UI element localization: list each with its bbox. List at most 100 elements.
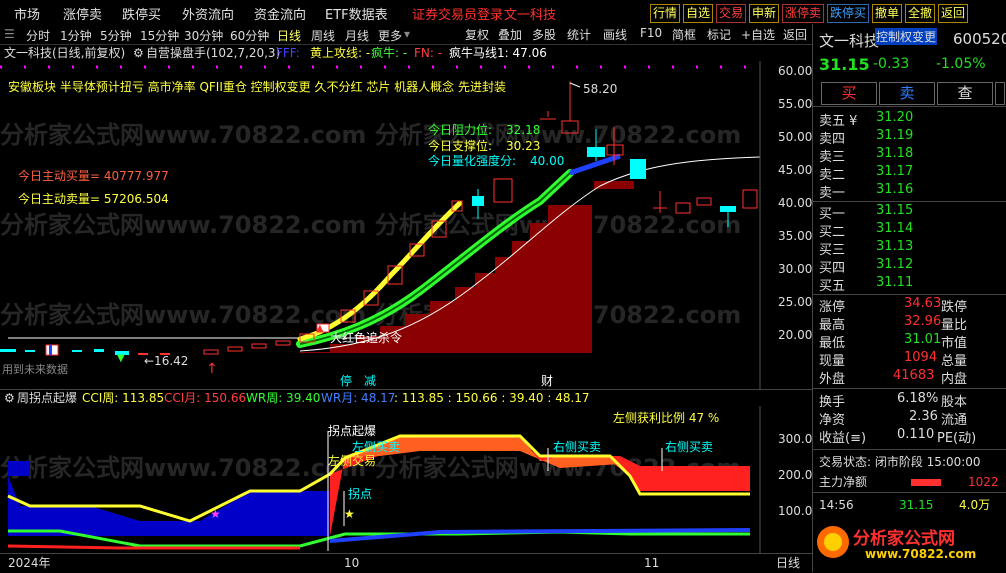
period-60min[interactable]: 60分钟 (230, 27, 269, 44)
ask-row: 卖四 31.19 (819, 128, 1003, 147)
btn-cancel-all[interactable]: 全撤 (905, 4, 936, 23)
concept-badge[interactable]: 控制权变更 (875, 28, 938, 45)
star-icon: ★ (344, 507, 355, 521)
label-pivot: 拐点 (348, 487, 373, 501)
menu-stock-alert[interactable]: 文一科技 (504, 4, 556, 23)
query-button[interactable]: 查 (937, 82, 993, 105)
btn-return[interactable]: 返回 (783, 26, 807, 43)
stat-row: 最低 31.01 市值 (819, 332, 1003, 351)
sub-indicator-chart[interactable]: 分析家公式网www.70822.com 分析家公式网www.70822.com … (0, 406, 812, 553)
axis-month-11: 11 (644, 556, 660, 570)
buy-button[interactable]: 买 (821, 82, 877, 105)
resistance-value: 32.18 (506, 123, 541, 137)
y-tick: 60.00 (778, 64, 813, 78)
stat-label: 总量 (941, 354, 968, 369)
high-price-marker: 58.20 (583, 82, 618, 96)
stat-value: 1094 (904, 350, 938, 365)
label-left-buy: 左侧买卖 (352, 440, 401, 454)
cci-week: CCI周: 113.85 (82, 391, 165, 405)
period-timeshare[interactable]: 分时 (26, 27, 50, 44)
stat-label: 内盘 (941, 372, 968, 387)
crazy-bull-line: 疯牛: - (371, 46, 408, 60)
ask-row: 卖一 31.16 (819, 182, 1003, 201)
btn-simple-frame[interactable]: 简框 (672, 26, 696, 43)
label-pivot-boom: 拐点起爆 (328, 424, 377, 438)
sell-button[interactable]: 卖 (879, 82, 935, 105)
resistance-label: 今日阻力位: (428, 123, 493, 137)
stat-label: 跌停 (941, 300, 968, 315)
tick-volume: 4.0万 (959, 498, 991, 512)
time-axis: 2024年 10 11 日线 (0, 553, 812, 573)
bid-price: 31.14 (876, 221, 914, 236)
axis-month-10: 10 (344, 556, 360, 570)
menu-etf-table[interactable]: ETF数据表 (325, 4, 388, 23)
stat-label: 涨停 (819, 300, 846, 315)
y-tick: 45.00 (778, 163, 813, 177)
period-monthly[interactable]: 月线 (345, 27, 369, 44)
btn-trade[interactable]: 交易 (716, 4, 747, 23)
period-15min[interactable]: 15分钟 (140, 27, 179, 44)
up-arrow-icon: ↑ (206, 361, 218, 377)
ask-price: 31.17 (876, 164, 914, 179)
label-left-trade: 左侧交易 (328, 454, 377, 468)
active-sell-volume: 今日主动卖量= 57206.504 (18, 192, 169, 206)
menu-market[interactable]: 市场 (14, 4, 40, 23)
chevron-down-icon[interactable]: ▾ (404, 27, 410, 41)
btn-limitup-sell[interactable]: 涨停卖 (782, 4, 825, 23)
period-more[interactable]: 更多 (378, 27, 402, 44)
formula-name[interactable]: 自营操盘手(102,7,20,3) (146, 46, 280, 60)
settings-icon[interactable]: ⚙ (133, 46, 144, 60)
stat-value: 32.96 (904, 314, 942, 329)
btn-cancel-order[interactable]: 撤单 (872, 4, 903, 23)
ask-row: 卖五 ¥ 31.20 (819, 110, 1003, 129)
tag-finance: 财 (541, 374, 554, 388)
bid-label: 买三 (819, 243, 846, 258)
netflow-value: 1022 (968, 475, 999, 489)
period-30min[interactable]: 30分钟 (184, 27, 223, 44)
ask-label: 卖二 (819, 168, 846, 183)
btn-overlay[interactable]: 叠加 (498, 26, 522, 43)
menu-trader-login[interactable]: 证券交易员登录 (412, 4, 503, 23)
menu-fund-flow[interactable]: 资金流向 (254, 4, 306, 23)
ask-label: 卖三 (819, 150, 846, 165)
stat-row: 外盘 41683 内盘 (819, 368, 1003, 387)
current-price: 31.15 (819, 55, 870, 74)
btn-subscribe[interactable]: 申新 (749, 4, 780, 23)
btn-f10[interactable]: F10 (640, 26, 662, 40)
main-kline-chart[interactable]: 分析家公式网www.70822.com 分析家公式网www.70822.com … (0, 61, 812, 389)
tick-time: 14:56 (819, 498, 854, 512)
period-daily[interactable]: 日线 (277, 27, 301, 44)
btn-quote[interactable]: 行情 (650, 4, 681, 23)
menu-limit-up-sell[interactable]: 涨停卖 (63, 4, 102, 23)
stat-label: 净资 (819, 413, 846, 428)
btn-return-top[interactable]: 返回 (938, 4, 969, 23)
tag-stop: 停 (340, 374, 353, 388)
period-weekly[interactable]: 周线 (311, 27, 335, 44)
btn-adjust[interactable]: 复权 (465, 26, 489, 43)
stat-row: 净资 2.36 流通 (819, 409, 1003, 428)
btn-limitdown-buy[interactable]: 跌停买 (827, 4, 870, 23)
fff-label: FFF: (276, 46, 300, 60)
ask-price: 31.18 (876, 146, 914, 161)
axis-period: 日线 (776, 556, 801, 570)
scroll-handle[interactable] (995, 82, 1005, 105)
btn-add-watchlist[interactable]: +自选 (741, 26, 775, 43)
btn-watchlist[interactable]: 自选 (683, 4, 714, 23)
label-right-buy-1: 右侧买卖 (553, 440, 602, 454)
btn-draw[interactable]: 画线 (603, 26, 627, 43)
btn-stats[interactable]: 统计 (567, 26, 591, 43)
period-toolbar: ☰ 分时 1分钟 5分钟 15分钟 30分钟 60分钟 日线 周线 月线 更多 … (0, 24, 812, 45)
menu-foreign-flow[interactable]: 外资流向 (182, 4, 234, 23)
period-1min[interactable]: 1分钟 (60, 27, 92, 44)
sub-values: : 113.85 : 150.66 : 39.40 : 48.17 (394, 391, 590, 405)
stat-value: 34.63 (904, 296, 942, 311)
fn-line: FN: - (414, 46, 443, 60)
wr-month: WR月: 48.17 (321, 391, 396, 405)
settings-icon[interactable]: ⚙ (4, 391, 15, 405)
btn-mark[interactable]: 标记 (707, 26, 731, 43)
period-5min[interactable]: 5分钟 (100, 27, 132, 44)
list-icon[interactable]: ☰ (4, 27, 15, 41)
menu-limit-down-buy[interactable]: 跌停买 (122, 4, 161, 23)
btn-multi-stock[interactable]: 多股 (532, 26, 556, 43)
sub-title[interactable]: 周拐点起爆 (17, 391, 77, 405)
